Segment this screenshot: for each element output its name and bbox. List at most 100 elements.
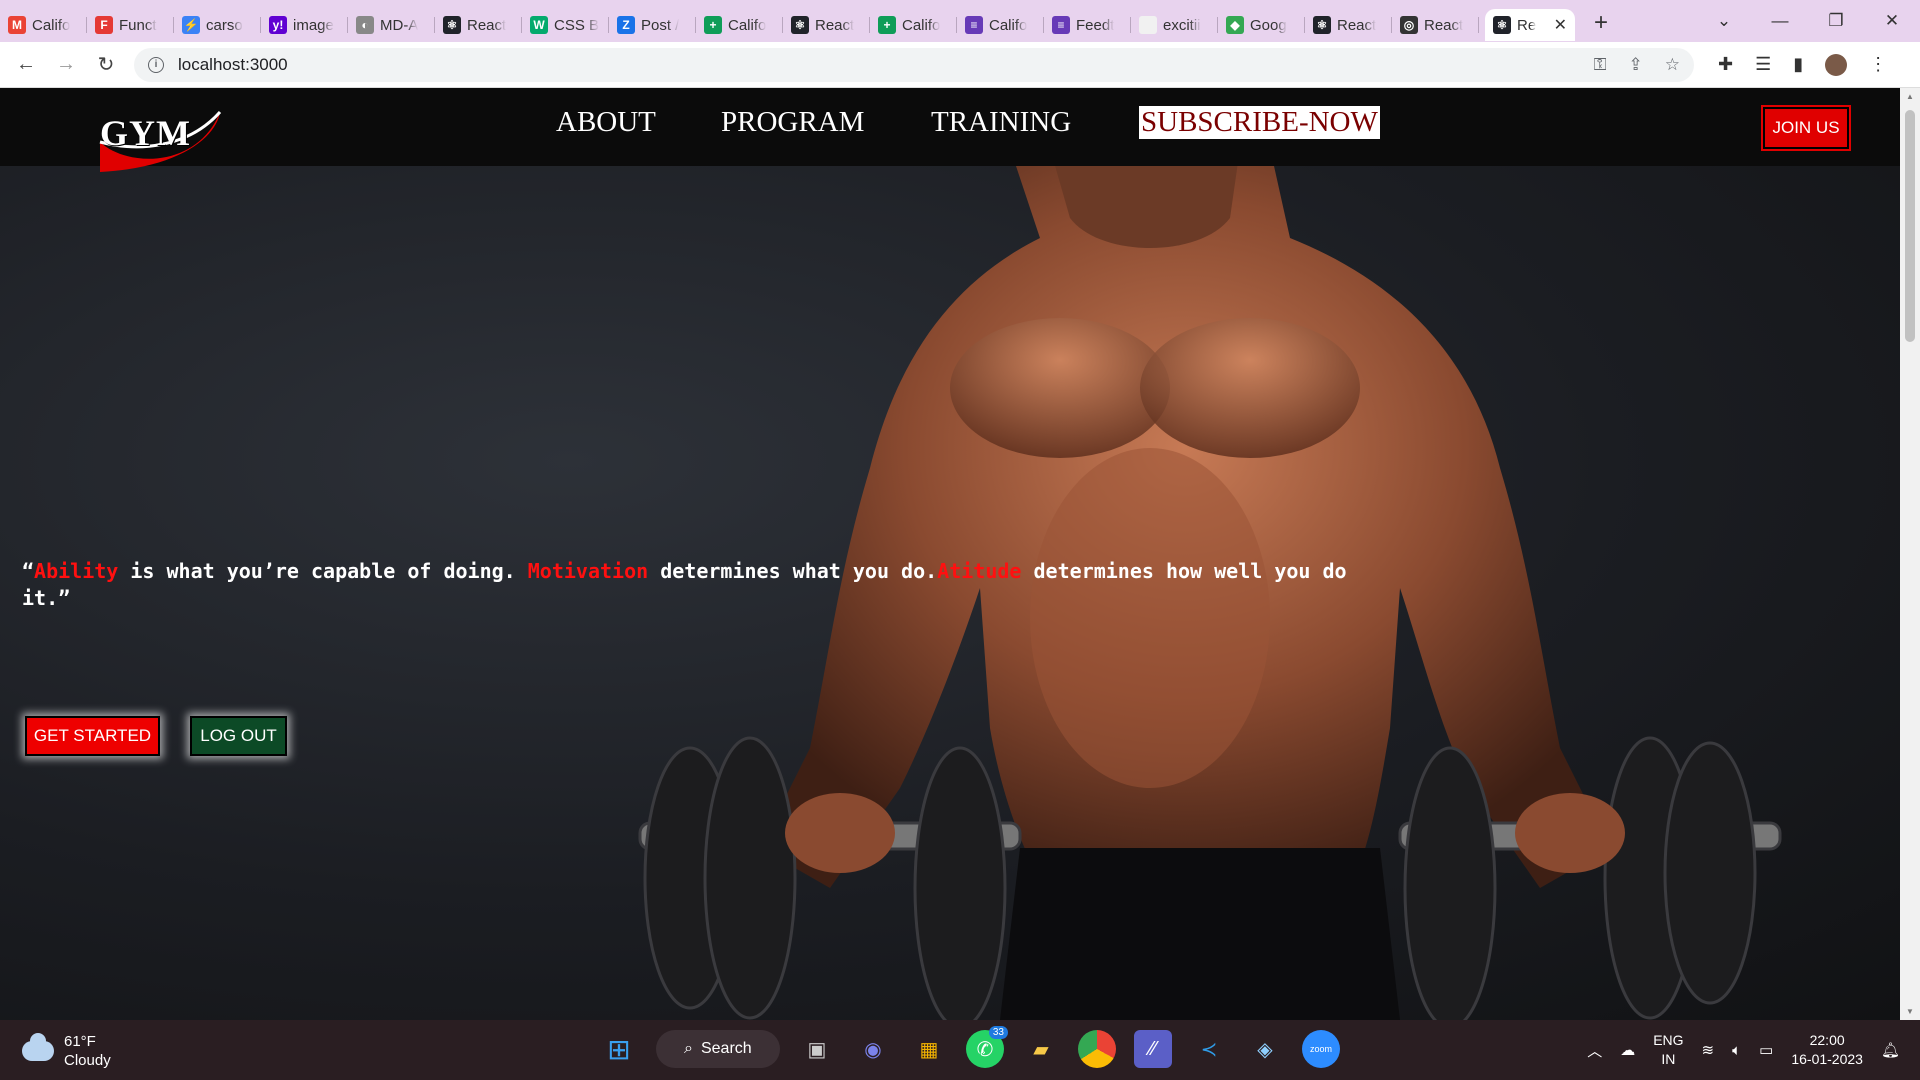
menu-kebab-icon[interactable]: ⋮ [1869,54,1887,75]
site-navbar: GYM ABOUT PROGRAM TRAINING SUBSCRIBE-NOW… [0,88,1900,172]
restore-button[interactable]: ❐ [1808,11,1864,31]
weather-condition: Cloudy [64,1052,111,1069]
nav-program-link[interactable]: PROGRAM [721,106,864,139]
close-window-button[interactable]: ✕ [1864,11,1920,31]
url-text[interactable]: localhost:3000 [178,55,288,75]
react-icon: ⚛ [791,16,809,34]
zoom-icon[interactable]: zoom [1302,1030,1340,1068]
tab-label: React [1424,16,1464,34]
file-explorer-icon[interactable]: ▰ [1022,1030,1060,1068]
forward-button[interactable]: → [46,53,86,76]
scroll-up-arrow[interactable]: ▲ [1906,92,1914,101]
browser-tab[interactable]: ⚛ React [783,9,870,41]
reload-button[interactable]: ↻ [86,52,126,77]
tab-label: carso [206,16,243,34]
quote-text: determines what you do. [648,559,938,583]
w3-icon: W [530,16,548,34]
site-info-icon[interactable]: i [148,56,164,73]
browser-tab[interactable]: + Califo [696,9,783,41]
browser-tab[interactable]: + Califo [870,9,957,41]
scrollbar-thumb[interactable] [1905,110,1915,342]
battery-icon[interactable]: ▭ [1759,1041,1773,1059]
react-icon: ⚛ [443,16,461,34]
extensions-icon[interactable]: ✚ [1718,54,1733,75]
browser-tab[interactable]: Z Post / [609,9,696,41]
github-icon: ◐ [356,16,374,34]
tab-list: M Califo F Funct ⚡ carso y! image ◐ MD-A ⚛ React W CS… [0,1,1479,41]
taskbar-clock[interactable]: 22:00 16-01-2023 [1791,1031,1863,1069]
scroll-down-arrow[interactable]: ▼ [1906,1007,1914,1016]
dev-tool-icon[interactable]: ◈ [1246,1030,1284,1068]
browser-tab-active[interactable]: ⚛ Re ✕ [1485,9,1575,41]
language-indicator[interactable]: ENG IN [1653,1031,1683,1069]
sheets-icon: + [704,16,722,34]
browser-tab[interactable]: M Califo [0,9,87,41]
microsoft-store-icon[interactable]: ▦ [910,1030,948,1068]
profile-avatar[interactable] [1825,53,1848,76]
tab-label: Califo [989,16,1028,34]
nav-training-link[interactable]: TRAINING [931,106,1071,139]
browser-tab[interactable]: ≡ Califo [957,9,1044,41]
browser-tab[interactable]: ⚛ React [1305,9,1392,41]
pen-app-icon[interactable]: ⁄⁄ [1134,1030,1172,1068]
browser-tab[interactable]: F Funct [87,9,174,41]
browser-tab[interactable]: y! image [261,9,348,41]
page-scrollbar[interactable]: ▲ ▼ [1900,88,1920,1020]
browser-tab[interactable]: ⚡ carso [174,9,261,41]
join-us-button[interactable]: JOIN US [1763,107,1849,149]
new-tab-button[interactable]: + [1583,9,1619,37]
teams-chat-icon[interactable]: ◉ [854,1030,892,1068]
lang-code: ENG [1653,1032,1684,1048]
weather-temperature: 61°F [64,1033,96,1050]
whatsapp-icon[interactable]: ✆ 33 [966,1026,1008,1068]
browser-tab[interactable]: excitii [1131,9,1218,41]
minimize-button[interactable]: — [1752,11,1808,31]
taskbar-search[interactable]: ⌕ Search [656,1030,780,1068]
vscode-icon[interactable]: ≺ [1190,1030,1228,1068]
clock-date: 16-01-2023 [1791,1051,1863,1067]
onedrive-icon[interactable]: ☁ [1620,1041,1635,1059]
system-tray: ︿ ☁ ENG IN ≋ 🔈︎ ▭ 22:00 16-01-2023 🔔︎ [1587,1020,1920,1080]
tab-label: React [815,16,855,34]
nav-subscribe-link[interactable]: SUBSCRIBE-NOW [1139,106,1380,139]
reading-list-icon[interactable]: ☰ [1755,54,1771,75]
browser-tab[interactable]: ◐ MD-A [348,9,435,41]
wifi-icon[interactable]: ≋ [1702,1041,1715,1059]
blank-page-icon [1139,16,1157,34]
region-code: IN [1661,1051,1676,1067]
back-button[interactable]: ← [6,53,46,76]
tab-search-icon[interactable]: ⌄ [1696,11,1752,31]
browser-tab[interactable]: ◆ Goog [1218,9,1305,41]
logo-text[interactable]: GYM [100,112,191,154]
browser-tab[interactable]: ≡ Feedt [1044,9,1131,41]
side-panel-icon[interactable]: ▮ [1793,54,1803,75]
hero-athlete-image [638,148,1782,1020]
browser-tab[interactable]: ⚛ React [435,9,522,41]
task-view-icon[interactable]: ▣ [798,1030,836,1068]
whatsapp-badge: 33 [988,1026,1008,1039]
notifications-icon[interactable]: 🔔︎ [1881,1041,1900,1059]
logout-button[interactable]: LOG OUT [190,716,287,756]
bookmark-star-icon[interactable]: ☆ [1665,55,1680,75]
chrome-icon[interactable] [1078,1030,1116,1068]
volume-icon[interactable]: 🔈︎ [1732,1042,1741,1059]
windows-start-icon[interactable]: ⊞ [600,1030,638,1068]
nav-about-link[interactable]: ABOUT [556,106,656,139]
react-icon: ⚛ [1313,16,1331,34]
browser-tab[interactable]: W CSS B [522,9,609,41]
tab-label: Feedt [1076,16,1115,34]
address-bar[interactable]: i localhost:3000 ⚿ ⇪ ☆ [134,47,1694,82]
window-controls: ⌄ — ❐ ✕ [1696,0,1920,42]
yahoo-icon: y! [269,16,287,34]
close-tab-icon[interactable]: ✕ [1554,15,1567,35]
page-viewport: GYM ABOUT PROGRAM TRAINING SUBSCRIBE-NOW… [0,88,1900,1020]
os-taskbar: 61°F Cloudy ⊞ ⌕ Search ▣ ◉ ▦ ✆ 33 ▰ ⁄⁄ ≺ ◈… [0,1020,1920,1080]
weather-widget[interactable]: 61°F Cloudy [22,1032,111,1070]
password-key-icon[interactable]: ⚿ [1594,55,1607,75]
tray-overflow-icon[interactable]: ︿ [1587,1040,1602,1061]
gmail-icon: M [8,16,26,34]
get-started-button[interactable]: GET STARTED [25,716,160,756]
forms-icon: ≡ [965,16,983,34]
browser-tab[interactable]: ◎ React [1392,9,1479,41]
share-icon[interactable]: ⇪ [1629,55,1643,75]
